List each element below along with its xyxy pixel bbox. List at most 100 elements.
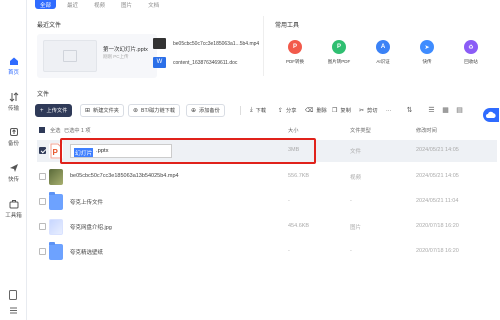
trash-icon: ♻ [464, 40, 478, 54]
row-size: 454.6KB [288, 223, 310, 229]
sidebar-item-home[interactable]: 首页 [0, 56, 27, 76]
sidebar-item-label: 备份 [7, 141, 19, 147]
row-type: - [350, 198, 352, 204]
grid-view-icon[interactable]: ▦ [441, 106, 450, 115]
highlight-box [60, 138, 316, 164]
large-grid-icon[interactable]: ▤ [455, 106, 464, 115]
row-time: 2024/05/21 14:05 [416, 147, 459, 153]
sidebar-item-transfer[interactable]: 传输 [0, 92, 27, 112]
video-file-icon [153, 38, 166, 49]
sidebar-item-label: 工具箱 [5, 213, 22, 219]
selected-count: 已选中 1 项 [64, 128, 91, 134]
row-size: 556.7KB [288, 173, 310, 179]
svg-text:P: P [53, 148, 59, 157]
row-type: 视频 [350, 175, 362, 181]
row-type: - [350, 248, 352, 254]
copy-button[interactable]: ❐ 复制 [328, 104, 355, 117]
folder-icon [49, 242, 63, 260]
row-time: 2020/07/18 16:20 [416, 223, 459, 229]
delete-button[interactable]: ⌫ 删除 [301, 104, 331, 117]
image-file-icon [49, 219, 63, 235]
recent-files-title: 最近文件 [37, 23, 62, 29]
sidebar-item-quick-send[interactable]: 快传 [0, 163, 27, 183]
bt-download-button[interactable]: ⊛ BT/磁力链下载 [128, 104, 181, 117]
select-all-checkbox[interactable] [39, 127, 45, 133]
row-checkbox[interactable] [39, 147, 46, 154]
tool-trash[interactable]: ♻ 回收站 [448, 40, 494, 65]
sidebar-item-backup[interactable]: 备份 [0, 127, 27, 147]
recent-file-name: be05cbc50c7cc3e185063a1...5b4.mp4 [173, 41, 260, 47]
delete-label: 删除 [316, 108, 327, 114]
list-view-icon[interactable]: ☰ [427, 106, 436, 115]
pdf-convert-icon: P [288, 40, 302, 54]
share-icon: ⇪ [278, 108, 284, 114]
table-row[interactable]: 夸克精选壁纸 - - 2020/07/18 16:20 [37, 241, 497, 263]
tab-image[interactable]: 图片 [116, 0, 137, 9]
table-header: 全选 已选中 1 项 大小 文件类型 修改时间 [37, 126, 497, 136]
table-row[interactable]: be05cbc50c7cc3e185063a13b54025b4.mp4 556… [37, 166, 497, 188]
row-checkbox[interactable] [39, 223, 46, 230]
quick-send-icon: ➤ [420, 40, 434, 54]
video-thumb-icon [49, 169, 63, 185]
sidebar-item-toolbox[interactable]: 工具箱 [0, 199, 27, 219]
recent-file-item[interactable]: W content_1638763469611.doc [153, 57, 263, 69]
tool-ai-recognize[interactable]: A AI识证 [360, 40, 406, 65]
column-size[interactable]: 大小 [288, 127, 298, 134]
tool-image-to-pdf[interactable]: P 图片转PDF [316, 40, 362, 65]
tab-all[interactable]: 全部 [35, 0, 57, 9]
row-time: 2020/07/18 16:20 [416, 248, 459, 254]
row-name: 夸克网盘介绍.jpg [70, 225, 112, 231]
row-checkbox[interactable] [39, 173, 46, 180]
recent-file-item[interactable]: be05cbc50c7cc3e185063a1...5b4.mp4 [153, 38, 263, 50]
row-checkbox[interactable] [39, 248, 46, 255]
sort-icon[interactable]: ⇅ [405, 106, 414, 115]
cut-button[interactable]: ✂ 剪切 [355, 104, 382, 117]
ai-recognize-icon: A [376, 40, 390, 54]
image-placeholder-icon [63, 50, 77, 62]
copy-icon: ❐ [332, 108, 338, 114]
select-all-label[interactable]: 全选 [50, 127, 60, 134]
add-backup-button[interactable]: ⊕ 添加备份 [186, 104, 225, 117]
table-row[interactable]: 夸克网盘介绍.jpg 454.6KB 图片 2020/07/18 16:20 [37, 216, 497, 238]
recent-file-sub: 刚刚 PC上传 [103, 54, 129, 59]
row-size: - [288, 198, 290, 204]
phone-icon[interactable] [9, 290, 17, 300]
copy-label: 复制 [340, 108, 351, 114]
column-type[interactable]: 文件类型 [350, 127, 371, 134]
cut-label: 剪切 [367, 108, 378, 114]
backup-icon [9, 128, 18, 136]
row-checkbox[interactable] [39, 198, 46, 205]
tab-video[interactable]: 视频 [89, 0, 110, 9]
recent-file-name: 第一次幻灯片.pptx [103, 47, 148, 53]
upload-button[interactable]: + 上传文件 [35, 104, 73, 117]
tool-quick-send[interactable]: ➤ 快传 [404, 40, 450, 65]
trash-icon: ⌫ [305, 108, 314, 114]
toolbar-divider [240, 106, 241, 115]
tab-document[interactable]: 文档 [143, 0, 164, 9]
table-row[interactable]: 夸克上传文件 - - 2024/05/21 11:04 [37, 191, 497, 213]
row-type: 图片 [350, 225, 362, 231]
download-label: 下载 [255, 108, 267, 114]
tab-recent[interactable]: 最近 [62, 0, 83, 9]
tool-pdf-convert[interactable]: P PDF转换 [272, 40, 318, 65]
recent-file-card[interactable]: 第一次幻灯片.pptx 刚刚 PC上传 [37, 34, 157, 78]
magnet-icon: ⊛ [133, 108, 139, 114]
tool-label: 图片转PDF [327, 59, 351, 64]
download-button[interactable]: ⤓ 下载 [246, 104, 271, 117]
image-to-pdf-icon: P [332, 40, 346, 54]
column-modified[interactable]: 修改时间 [416, 127, 437, 134]
upload-label: 上传文件 [46, 108, 68, 114]
more-button[interactable]: ··· [382, 104, 396, 117]
recent-file-name: content_1638763469611.doc [173, 60, 238, 66]
row-size: - [288, 248, 290, 254]
main-panel: 全部 最近 视频 图片 文档 最近文件 常用工具 第一次幻灯片.pptx 刚刚 … [27, 0, 500, 320]
row-time: 2024/05/21 11:04 [416, 198, 459, 204]
menu-icon[interactable] [9, 306, 18, 315]
share-button[interactable]: ⇪ 分享 [274, 104, 301, 117]
tool-label: 快传 [422, 59, 432, 64]
quick-send-icon [9, 164, 18, 172]
sidebar-item-label: 首页 [7, 70, 19, 76]
cloud-icon[interactable] [483, 108, 499, 122]
new-folder-button[interactable]: ⊞ 新建文件夹 [80, 104, 124, 117]
row-name: be05cbc50c7cc3e185063a13b54025b4.mp4 [70, 173, 179, 179]
